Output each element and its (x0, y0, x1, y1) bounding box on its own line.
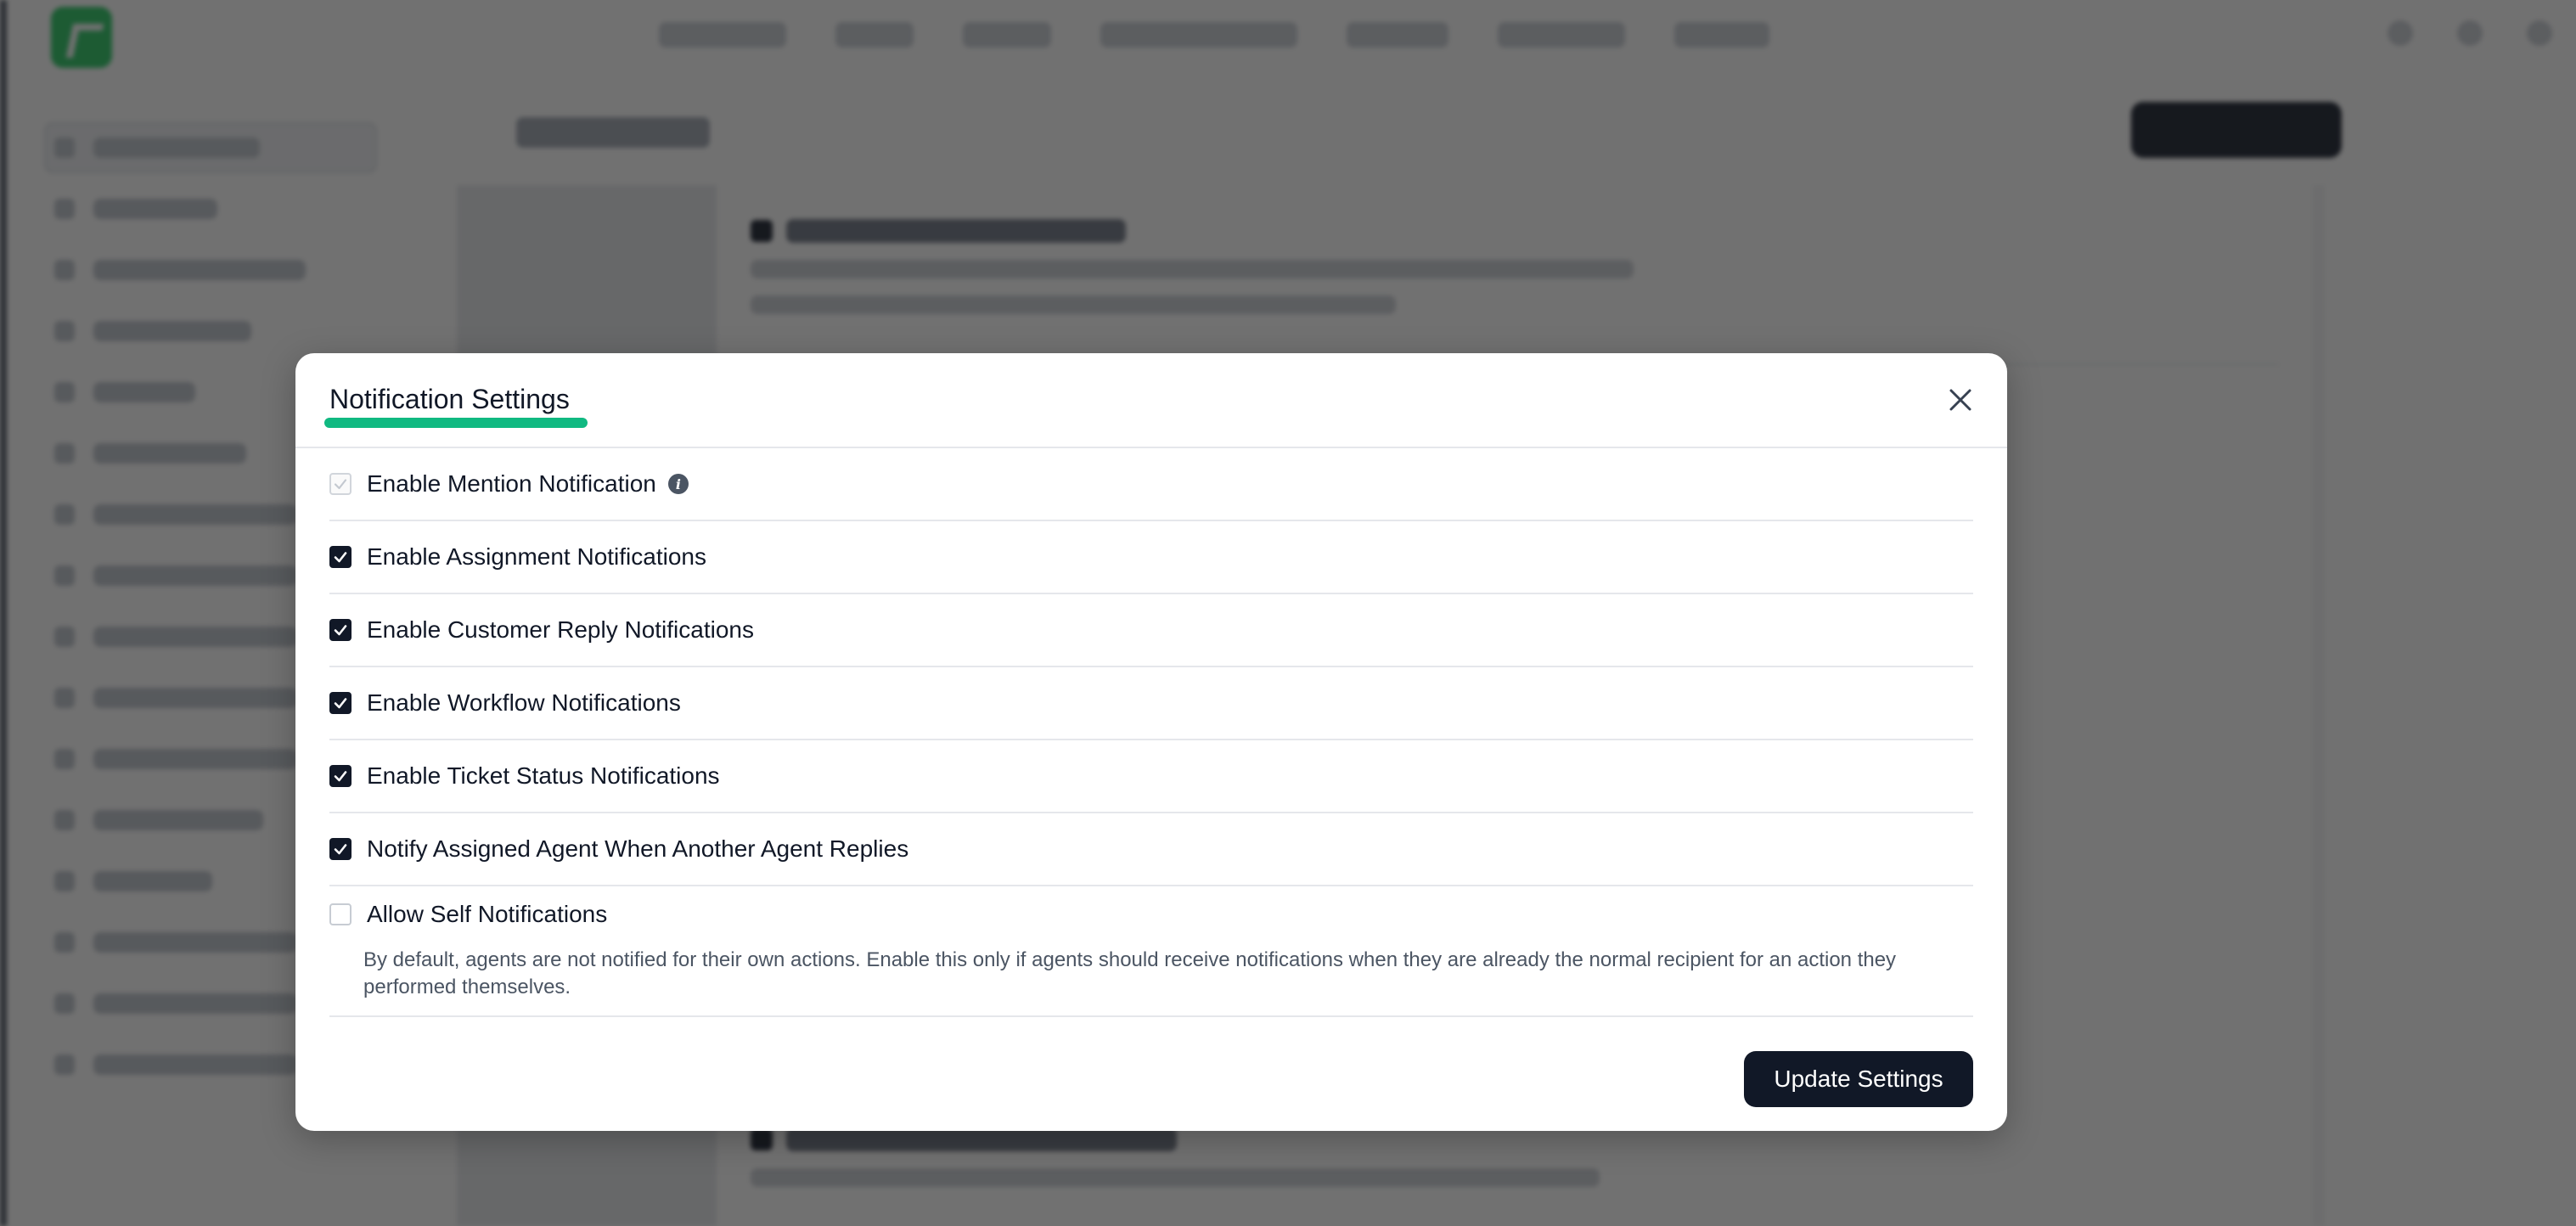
enable-customer-reply-checkbox[interactable] (329, 619, 352, 641)
checkmark-icon (334, 698, 347, 709)
checkmark-icon (334, 625, 347, 636)
allow-self-notifications-checkbox[interactable] (329, 903, 352, 925)
option-label: Enable Workflow Notifications (367, 689, 681, 716)
option-label: Notify Assigned Agent When Another Agent… (367, 835, 909, 862)
notify-assigned-agent-checkbox[interactable] (329, 838, 352, 860)
enable-mention-checkbox (329, 473, 352, 495)
option-row: Allow Self Notifications By default, age… (329, 886, 1973, 1017)
checkmark-icon (334, 771, 347, 782)
option-label: Enable Mention Notification (367, 470, 656, 497)
modal-title: Notification Settings (329, 384, 570, 414)
close-button[interactable] (1938, 377, 1983, 423)
checkmark-icon (334, 479, 347, 490)
enable-assignment-checkbox[interactable] (329, 546, 352, 568)
option-row: Enable Mention Notification i (329, 448, 1973, 521)
option-label: Allow Self Notifications (367, 901, 608, 927)
option-row: Enable Assignment Notifications (329, 521, 1973, 594)
modal-body: Enable Mention Notification i Enable Ass… (329, 448, 1973, 1017)
title-underline (324, 418, 588, 428)
enable-workflow-checkbox[interactable] (329, 692, 352, 714)
option-row: Enable Workflow Notifications (329, 667, 1973, 740)
option-row: Enable Customer Reply Notifications (329, 594, 1973, 667)
checkmark-icon (334, 844, 347, 855)
info-icon[interactable]: i (667, 474, 689, 494)
modal-header: Notification Settings (295, 353, 2007, 448)
option-description: By default, agents are not notified for … (363, 948, 1897, 998)
option-row: Enable Ticket Status Notifications (329, 740, 1973, 813)
option-label: Enable Assignment Notifications (367, 543, 706, 570)
option-label: Enable Customer Reply Notifications (367, 616, 754, 643)
close-icon (1949, 389, 1971, 411)
checkmark-icon (334, 552, 347, 563)
enable-ticket-status-checkbox[interactable] (329, 765, 352, 787)
option-label: Enable Ticket Status Notifications (367, 762, 720, 789)
option-row: Notify Assigned Agent When Another Agent… (329, 813, 1973, 886)
update-settings-button[interactable]: Update Settings (1744, 1051, 1973, 1107)
notification-settings-modal: Notification Settings Enable Mention Not… (295, 353, 2007, 1131)
